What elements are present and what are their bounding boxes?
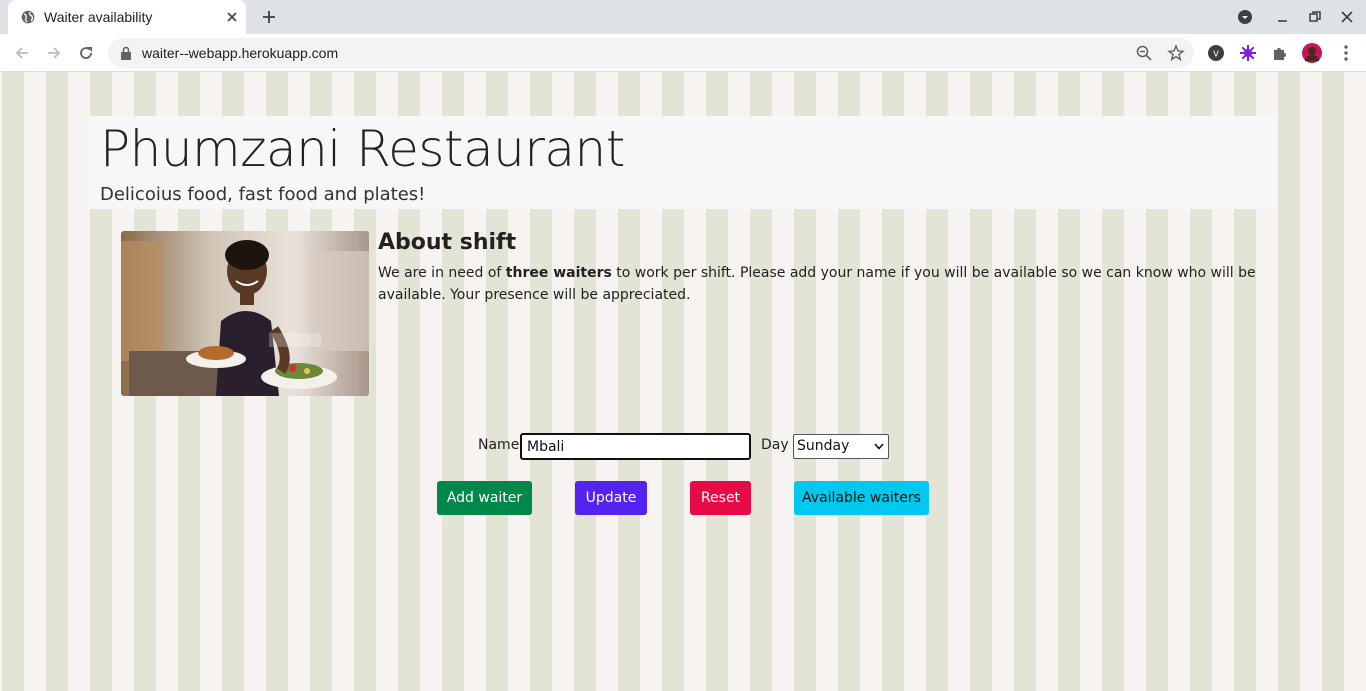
menu-dots-icon[interactable]: [1336, 43, 1356, 63]
color-extension-icon[interactable]: [1238, 43, 1258, 63]
extensions-puzzle-icon[interactable]: [1270, 43, 1290, 63]
page-content: Phumzani Restaurant Delicoius food, fast…: [0, 72, 1366, 691]
new-tab-icon[interactable]: [260, 8, 278, 26]
forward-icon[interactable]: [44, 43, 64, 63]
page-title: Phumzani Restaurant: [100, 120, 625, 178]
vpn-extension-icon[interactable]: V: [1206, 43, 1226, 63]
available-waiters-button[interactable]: Available waiters: [794, 481, 929, 515]
zoom-icon[interactable]: [1135, 44, 1153, 62]
close-icon[interactable]: [224, 9, 240, 25]
back-icon[interactable]: [12, 43, 32, 63]
svg-text:V: V: [1213, 50, 1219, 59]
lock-icon[interactable]: [120, 46, 132, 60]
browser-toolbar: waiter--webapp.herokuapp.com V: [0, 34, 1366, 72]
day-label: Day: [761, 437, 789, 453]
about-text-bold: three waiters: [505, 265, 612, 281]
url-text[interactable]: waiter--webapp.herokuapp.com: [142, 45, 338, 61]
tab-title: Waiter availability: [44, 9, 153, 25]
minimize-icon[interactable]: [1275, 9, 1291, 25]
about-text-part: We are in need of: [378, 265, 506, 281]
globe-icon: [21, 10, 35, 24]
address-bar[interactable]: waiter--webapp.herokuapp.com: [108, 38, 1194, 68]
about-heading: About shift: [378, 230, 517, 255]
about-text: We are in need of three waiters to work …: [378, 262, 1258, 306]
waitress-photo: [121, 231, 369, 396]
chevron-down-icon: [874, 443, 884, 450]
reset-button[interactable]: Reset: [690, 481, 751, 515]
add-waiter-button[interactable]: Add waiter: [437, 481, 532, 515]
browser-tab[interactable]: Waiter availability: [8, 0, 246, 34]
reload-icon[interactable]: [76, 43, 96, 63]
profile-avatar-icon[interactable]: [1302, 43, 1322, 63]
restore-icon[interactable]: [1307, 9, 1323, 25]
browser-tabbar: Waiter availability: [0, 0, 1366, 34]
name-label: Name: [478, 437, 520, 453]
header-jumbotron: Phumzani Restaurant Delicoius food, fast…: [89, 116, 1277, 209]
tab-search-icon[interactable]: [1237, 9, 1253, 25]
name-input[interactable]: [520, 433, 751, 460]
page-subtitle: Delicoius food, fast food and plates!: [100, 184, 426, 205]
bookmark-star-icon[interactable]: [1167, 44, 1185, 62]
close-window-icon[interactable]: [1339, 9, 1355, 25]
day-select-value: Sunday: [797, 438, 850, 454]
update-button[interactable]: Update: [575, 481, 647, 515]
